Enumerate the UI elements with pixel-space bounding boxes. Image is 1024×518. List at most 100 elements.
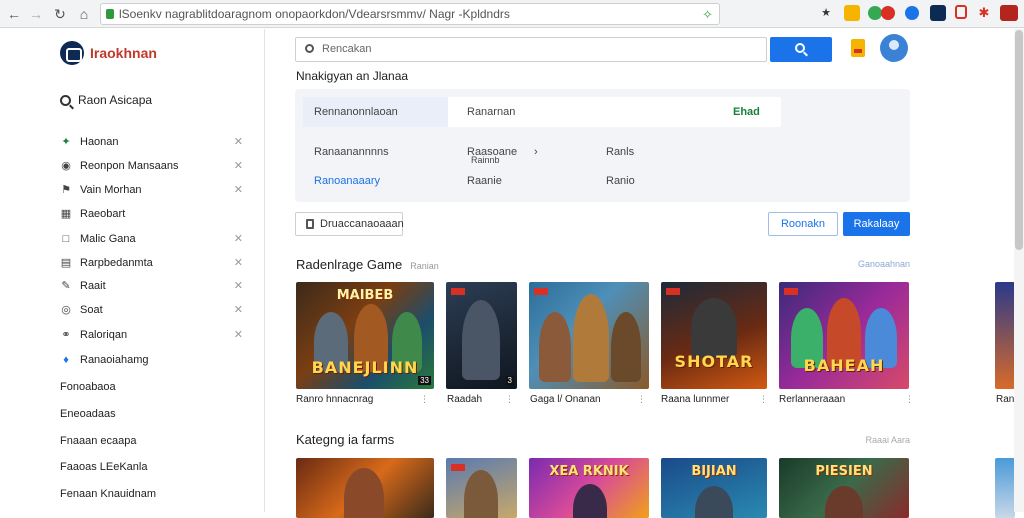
reload-icon[interactable]: ↻ — [50, 4, 70, 24]
home-icon[interactable]: ⌂ — [74, 4, 94, 24]
avatar[interactable] — [880, 34, 908, 62]
game-title[interactable]: Gaga l/ Onanan — [530, 394, 601, 405]
game-card[interactable]: XEA RKNIK — [529, 458, 649, 518]
game-card[interactable]: MAIBEB BANEJLINN 33 — [296, 282, 434, 389]
sidebar-item-3[interactable]: ▦ Raeobart — [60, 205, 255, 223]
game-art-title: XEA RKNIK — [549, 464, 629, 479]
list-icon: ▤ — [60, 257, 72, 269]
game-card[interactable] — [446, 458, 517, 518]
sidebar-search[interactable]: Raon Asicapa — [60, 93, 152, 107]
sidebar-link[interactable]: Fenaan Knauidnam — [60, 488, 156, 500]
game-title[interactable]: Raana lunnmer — [661, 394, 729, 405]
scrollbar-thumb[interactable] — [1015, 30, 1023, 250]
blue-ext-icon[interactable] — [905, 6, 919, 20]
extension-icon[interactable]: ✧ — [702, 5, 713, 24]
logo-icon — [60, 41, 84, 65]
see-all-link[interactable]: Ganoaahnan — [858, 259, 910, 269]
sidebar-item-label: Haonan — [80, 136, 119, 148]
more-icon[interactable]: ⋮ — [759, 394, 768, 405]
gamepad-icon: ✦ — [61, 136, 71, 148]
more-icon[interactable]: ⋮ — [637, 394, 646, 405]
page-ext-icon[interactable] — [955, 5, 967, 19]
dark-ext-icon[interactable] — [930, 5, 946, 21]
game-card[interactable]: SHOTAR — [661, 282, 767, 389]
sidebar-item-9[interactable]: ♦ Ranaoiahamg — [60, 351, 255, 369]
sidebar-item-2[interactable]: ⚑ Vain Morhan ✕ — [60, 181, 255, 199]
section-subtitle: Ranian — [410, 261, 439, 271]
sidebar-link[interactable]: Eneoadaas — [60, 408, 116, 420]
grid-icon: ▦ — [60, 208, 72, 220]
sidebar-item-label: Raait — [80, 280, 106, 292]
badge-icon — [451, 464, 465, 471]
sidebar-item-0[interactable]: ✦ Haonan ✕ — [60, 133, 255, 151]
primary-button[interactable]: Rakalaay — [843, 212, 910, 236]
game-card[interactable]: BIJIAN — [661, 458, 767, 518]
game-card[interactable] — [995, 282, 1015, 389]
search-button[interactable] — [770, 37, 832, 62]
chevron-icon: ✕ — [233, 160, 243, 172]
game-card[interactable] — [529, 282, 649, 389]
chevron-icon: ✕ — [233, 257, 243, 269]
game-card[interactable]: BAHEAH — [779, 282, 909, 389]
more-icon[interactable]: ⋮ — [505, 394, 514, 405]
section-title-text: Radenlrage Game — [296, 257, 403, 272]
more-icon[interactable]: ⋮ — [420, 394, 429, 405]
secondary-button[interactable]: Roonakn — [768, 212, 838, 236]
see-all-link[interactable]: Raaai Aara — [865, 435, 910, 445]
add-filter-button[interactable]: Ehad — [733, 106, 760, 118]
puzzle-icon[interactable]: ✱ — [976, 5, 992, 21]
chevron-icon: ✕ — [233, 280, 243, 292]
sidebar-link[interactable]: Fnaaan ecaapa — [60, 435, 136, 447]
address-bar[interactable]: lSoenkv nagrablitdoaragnom onopaorkdon/V… — [100, 3, 720, 25]
sidebar-link[interactable]: Faaoas LEeKanla — [60, 461, 147, 473]
game-card[interactable] — [995, 458, 1015, 518]
character-art — [611, 312, 641, 382]
search-input[interactable]: Rencakan — [295, 37, 767, 62]
game-title[interactable]: Rerlanneraaan — [779, 394, 845, 405]
search-icon — [795, 43, 805, 53]
sidebar-item-label: Malic Gana — [80, 233, 136, 245]
sidebar-item-1[interactable]: ◉ Reonpon Mansaans ✕ — [60, 157, 255, 175]
chevron-right-icon[interactable]: › — [534, 146, 538, 158]
sidebar-item-5[interactable]: ▤ Rarpbedanmta ✕ — [60, 254, 255, 272]
pencil-icon: ✎ — [61, 280, 71, 292]
game-title[interactable]: Ranaa — [996, 394, 1014, 405]
sidebar-link[interactable]: Fonoabaoa — [60, 381, 116, 393]
sidebar-item-4[interactable]: □ Malic Gana ✕ — [60, 230, 255, 248]
page-title: Nnakigyan an Jlanaa — [296, 69, 409, 83]
character-art — [573, 294, 609, 382]
sidebar-item-6[interactable]: ✎ Raait ✕ — [60, 277, 255, 295]
game-art-title: BAHEAH — [803, 356, 885, 375]
badge-icon — [451, 288, 465, 295]
sidebar-item-label: Ranaoiahamg — [80, 354, 149, 366]
game-card[interactable] — [296, 458, 434, 518]
section-title: Kategng ia farms — [296, 432, 395, 447]
game-art-title: MAIBEB — [336, 288, 394, 303]
back-icon[interactable]: ← — [4, 4, 24, 24]
more-icon[interactable]: ⋮ — [905, 394, 914, 405]
red-ext-icon[interactable] — [881, 6, 895, 20]
game-card[interactable]: 3 — [446, 282, 517, 389]
logo[interactable]: Iraokhnan — [60, 41, 157, 65]
shield-icon[interactable] — [844, 5, 860, 21]
chevron-icon: ✕ — [233, 304, 243, 316]
lock-icon — [106, 9, 114, 19]
sidebar-item-7[interactable]: ◎ Soat ✕ — [60, 301, 255, 319]
game-title[interactable]: Raadah — [447, 394, 482, 405]
chevron-icon: ✕ — [233, 329, 243, 341]
menu-icon[interactable] — [1000, 5, 1018, 21]
game-rating: 3 — [505, 376, 514, 385]
green-ext-icon[interactable] — [868, 6, 882, 20]
sidebar-item-label: Reonpon Mansaans — [80, 160, 179, 172]
game-art-title: BANEJLINN — [311, 358, 419, 377]
notification-icon[interactable] — [851, 39, 865, 57]
target-icon: ◎ — [61, 304, 71, 316]
sidebar-item-label: Raloriqan — [80, 329, 128, 341]
star-icon[interactable]: ★ — [818, 5, 834, 21]
filter-link[interactable]: Ranoanaaary — [314, 175, 380, 187]
game-card[interactable]: PIESIEN — [779, 458, 909, 518]
game-title[interactable]: Ranro hnnacnrag — [296, 394, 373, 405]
forward-icon[interactable]: → — [26, 4, 46, 24]
download-button[interactable]: Druaccanaoaaan — [295, 212, 404, 236]
sidebar-item-8[interactable]: ⚭ Raloriqan ✕ — [60, 326, 255, 344]
